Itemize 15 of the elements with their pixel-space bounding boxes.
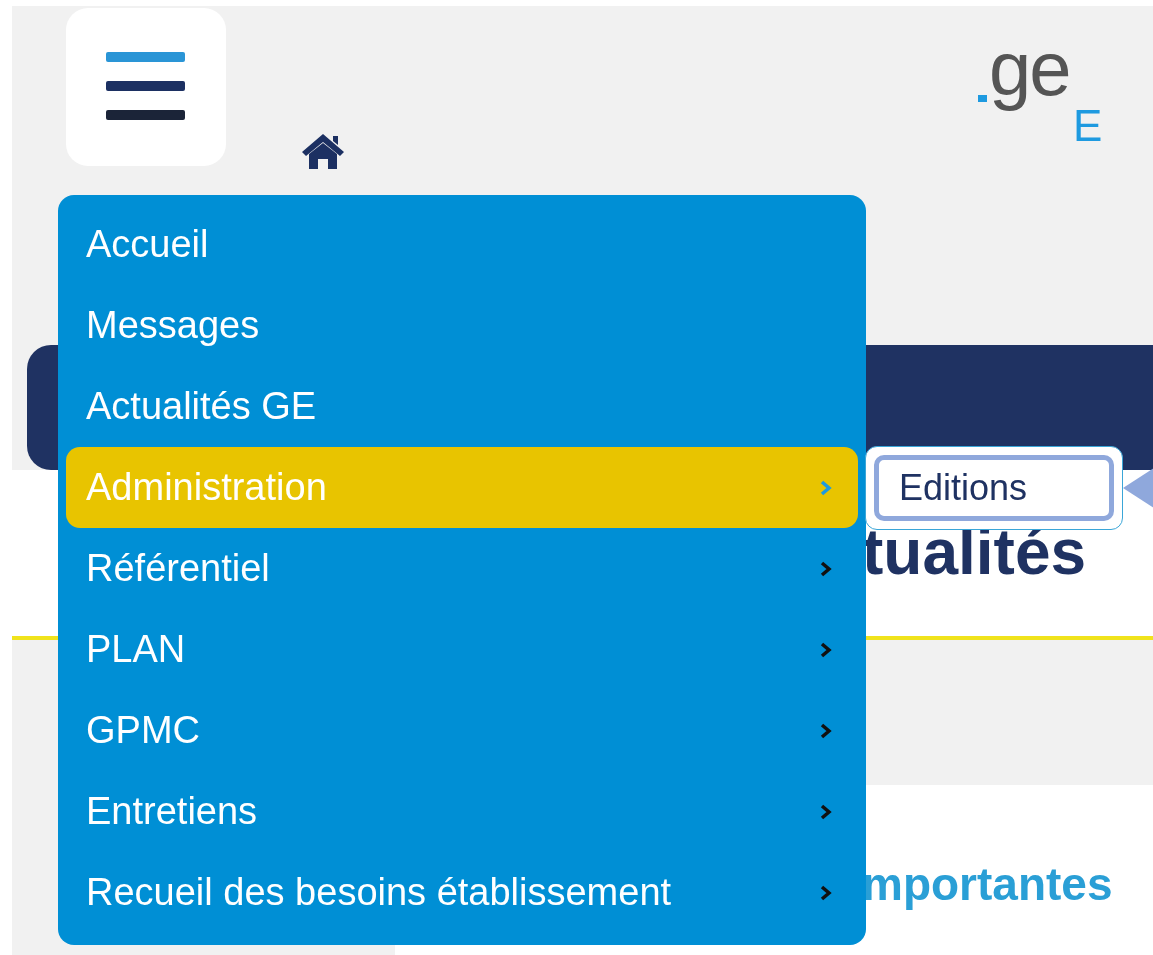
menu-item[interactable]: Référentiel [66, 528, 858, 609]
menu-icon [106, 52, 186, 122]
menu-item[interactable]: Actualités GE [66, 366, 858, 447]
menu-item[interactable]: GPMC [66, 690, 858, 771]
section-heading: mportantes [862, 858, 1113, 910]
menu-item[interactable]: PLAN [66, 609, 858, 690]
logo-subtext: E [1073, 104, 1103, 148]
submenu-item[interactable]: Editions [874, 455, 1114, 521]
menu-item[interactable]: Entretiens [66, 771, 858, 852]
menu-item[interactable]: Accueil [66, 204, 858, 285]
menu-button[interactable] [66, 8, 226, 166]
home-icon[interactable] [300, 132, 346, 170]
menu-item[interactable]: Recueil des besoins établissement [66, 852, 858, 933]
menu-item[interactable]: Messages [66, 285, 858, 366]
logo-text: ge [989, 26, 1070, 112]
